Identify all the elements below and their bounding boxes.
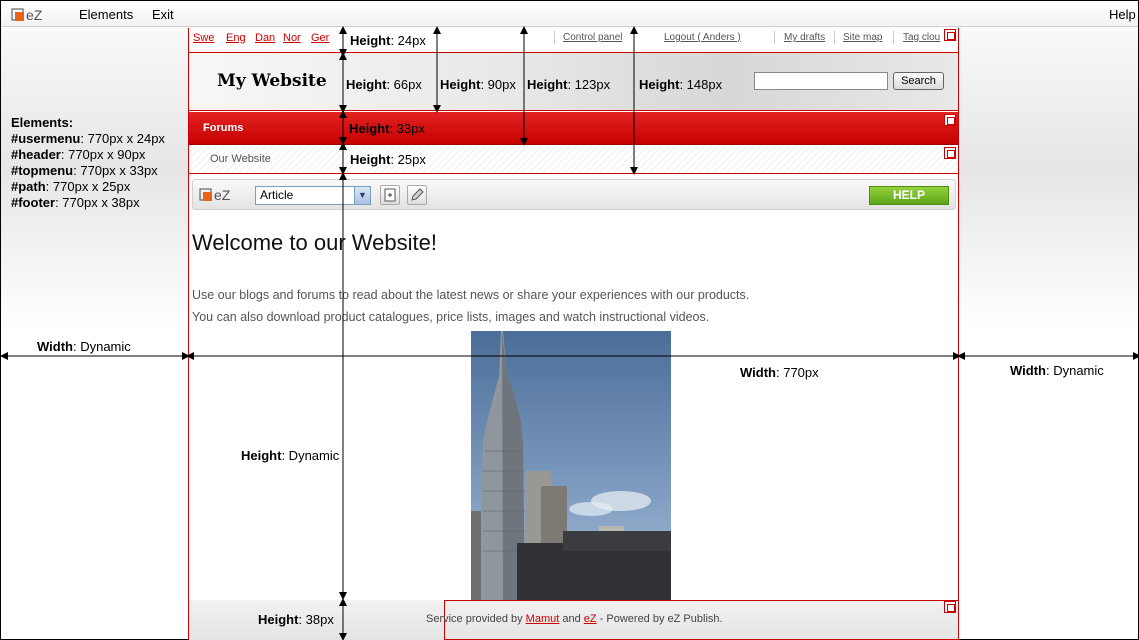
measurement-arrows bbox=[1, 26, 1139, 640]
height-label: Height: 90px bbox=[440, 77, 516, 92]
width-label: Width: Dynamic bbox=[37, 339, 131, 354]
height-label: Height: 148px bbox=[639, 77, 723, 92]
height-label: Height: 33px bbox=[349, 121, 425, 136]
height-label: Height: 66px bbox=[346, 77, 422, 92]
height-label: Height: 24px bbox=[350, 33, 426, 48]
height-label: Height: 25px bbox=[350, 152, 426, 167]
height-label: Height: Dynamic bbox=[241, 448, 340, 463]
height-label: Height: 38px bbox=[258, 612, 334, 627]
width-label: Width: Dynamic bbox=[1010, 363, 1104, 378]
width-label: Width: 770px bbox=[740, 365, 819, 380]
height-label: Height: 123px bbox=[527, 77, 611, 92]
